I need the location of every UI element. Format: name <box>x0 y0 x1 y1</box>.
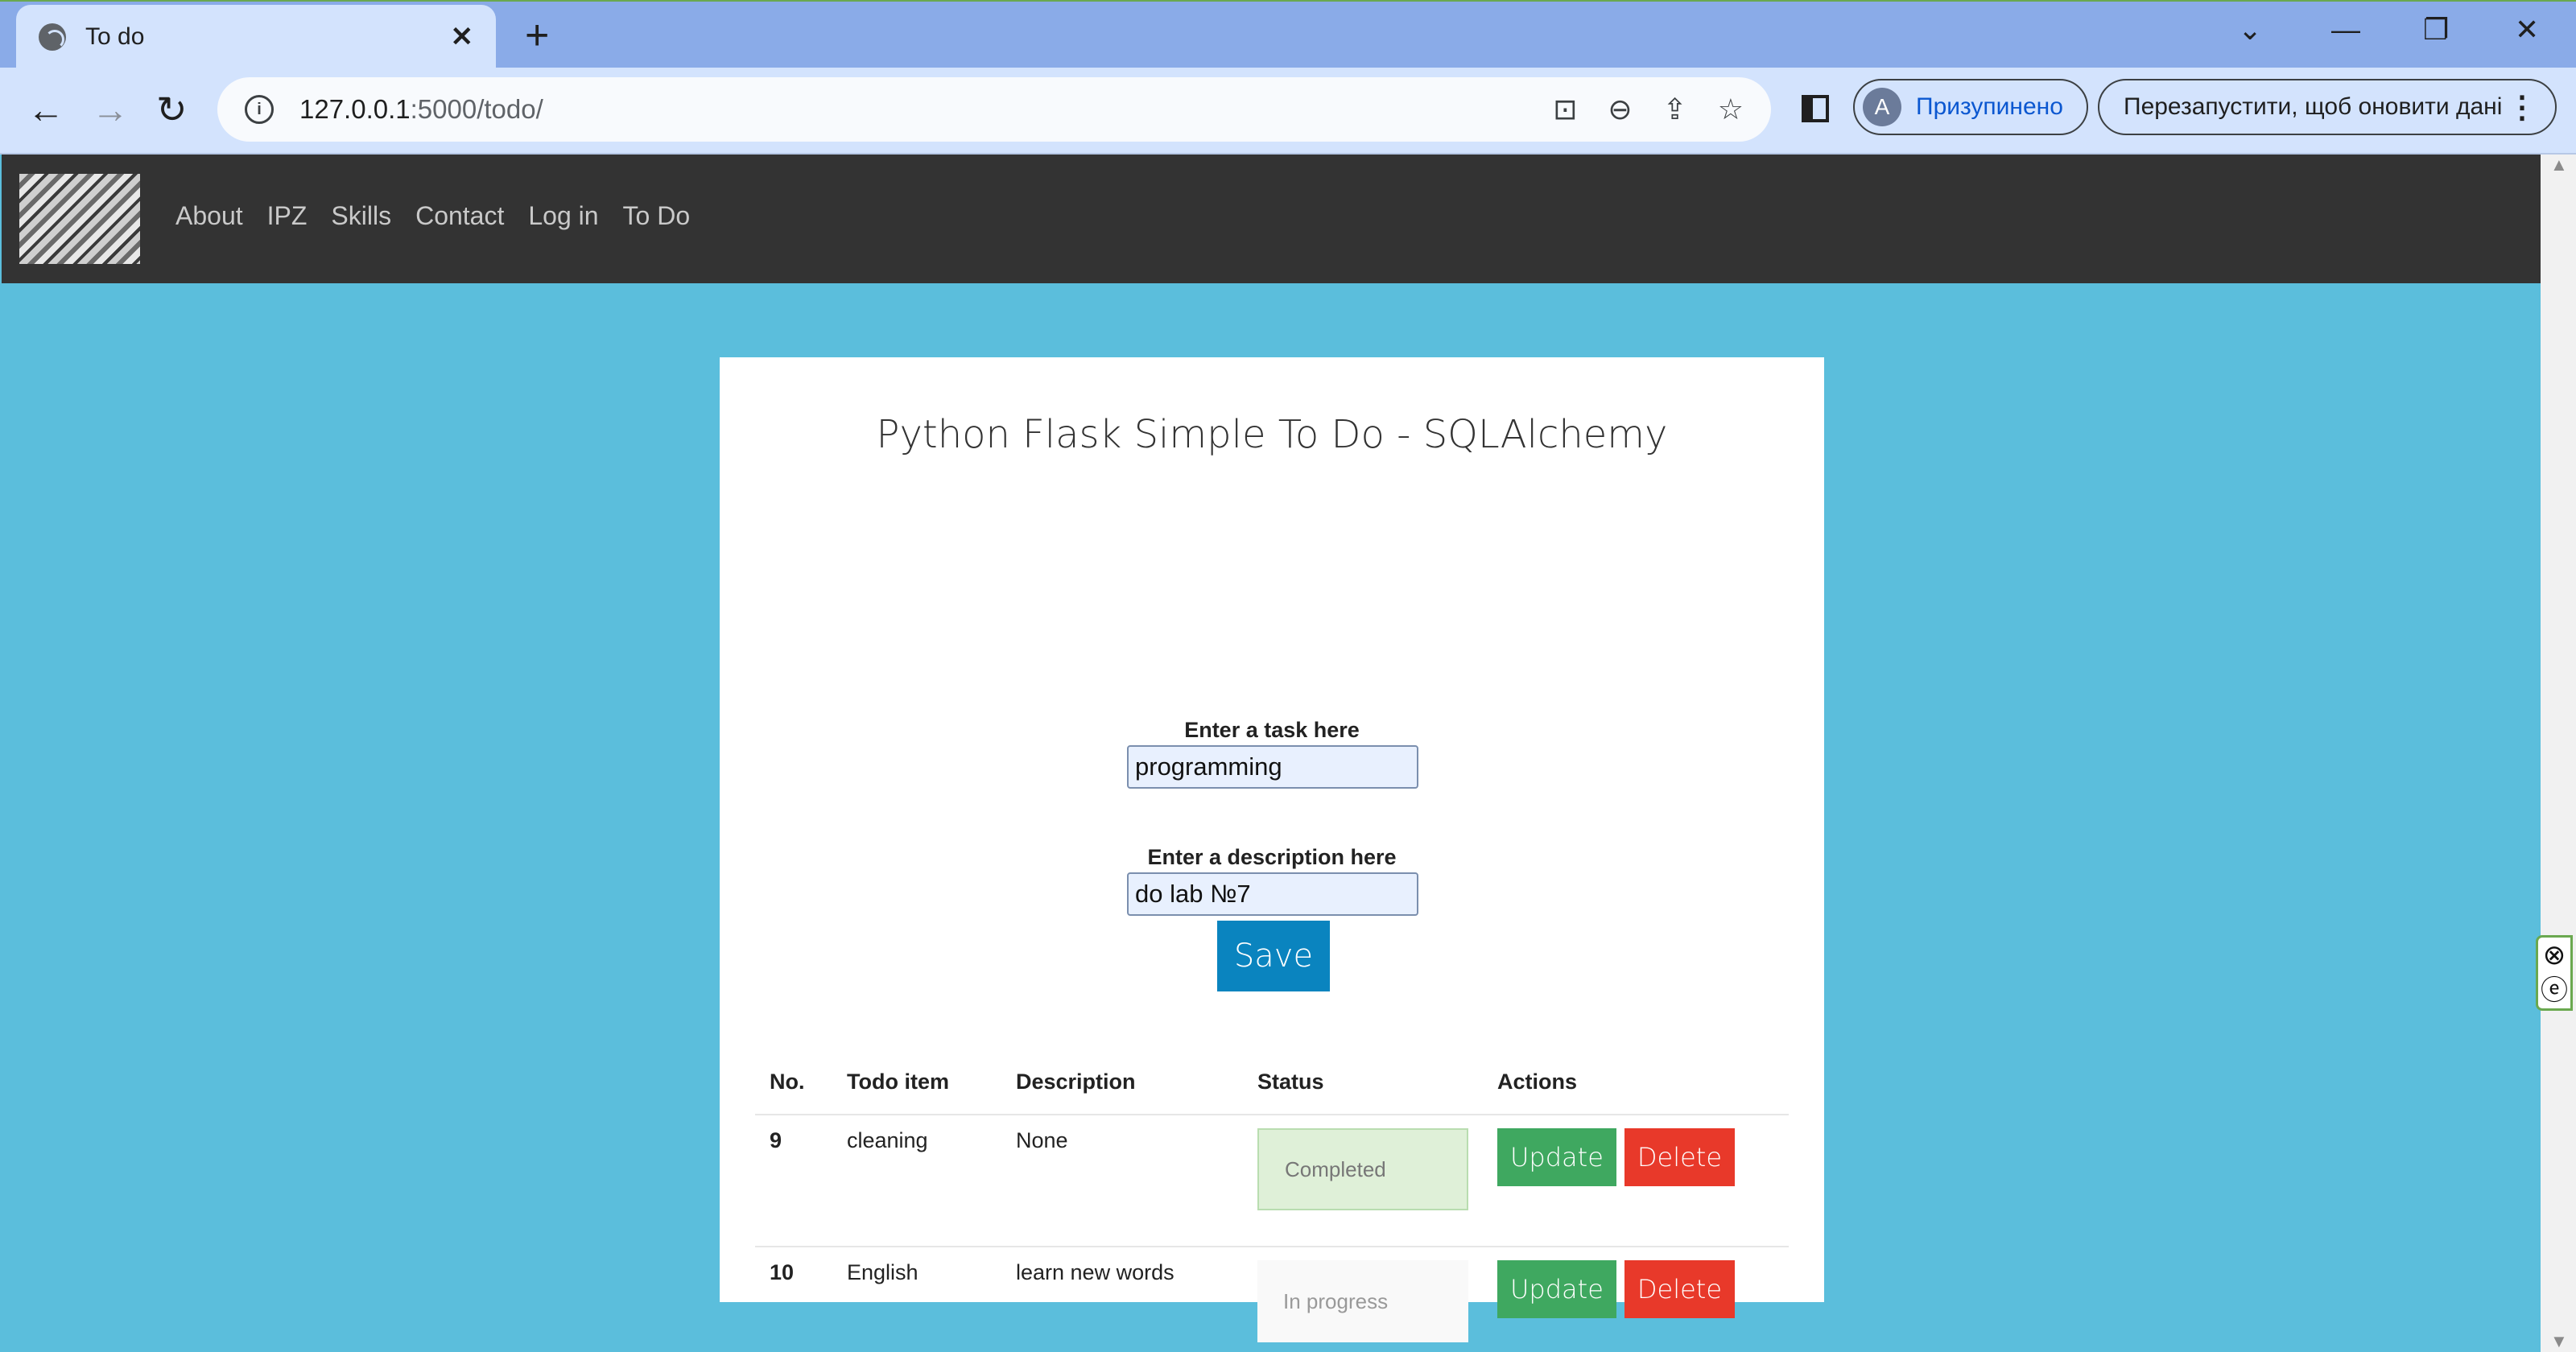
site-logo[interactable] <box>19 174 140 264</box>
save-button[interactable]: Save <box>1217 921 1330 991</box>
update-button[interactable]: Update <box>1497 1260 1616 1318</box>
profile-status-label: Призупинено <box>1916 93 2063 120</box>
globe-icon <box>39 23 66 51</box>
restore-icon[interactable]: ❐ <box>2423 13 2449 47</box>
delete-button[interactable]: Delete <box>1624 1260 1736 1318</box>
tab-search-chevron-icon[interactable]: ⌄ <box>2238 13 2262 47</box>
row-description: None <box>1001 1115 1243 1247</box>
site-nav-links: About IPZ Skills Contact Log in To Do <box>175 201 714 231</box>
description-input[interactable] <box>1127 872 1418 916</box>
header-no: No. <box>755 1066 832 1115</box>
close-tab-icon[interactable]: ✕ <box>451 21 474 53</box>
update-button[interactable]: Update <box>1497 1128 1616 1186</box>
side-panel-icon[interactable] <box>1802 95 1829 122</box>
site-info-icon[interactable]: i <box>245 95 274 124</box>
todo-card: Python Flask Simple To Do - SQLAlchemy E… <box>720 357 1824 1352</box>
delete-button[interactable]: Delete <box>1624 1128 1736 1186</box>
reload-icon[interactable]: ↻ <box>156 87 188 132</box>
task-label: Enter a task here <box>1184 718 1360 742</box>
web-page: About IPZ Skills Contact Log in To Do Py… <box>2 155 2541 1352</box>
table-row: 10 English learn new words In progress U… <box>755 1247 1789 1352</box>
browser-tab-strip: To do ✕ + ⌄ — ❐ ✕ <box>0 0 2576 69</box>
row-status-cell: Completed <box>1243 1115 1483 1247</box>
close-widget-icon[interactable]: ⊗ <box>2538 938 2570 973</box>
zoom-out-icon[interactable]: ⊖ <box>1608 93 1632 126</box>
scroll-up-arrow-icon[interactable]: ▲ <box>2550 155 2568 175</box>
window-close-icon[interactable]: ✕ <box>2515 13 2539 47</box>
nav-link-skills[interactable]: Skills <box>331 201 391 231</box>
extension-side-widget[interactable]: ⊗ ⓔ <box>2536 935 2573 1011</box>
row-status-cell: In progress <box>1243 1247 1483 1352</box>
row-number: 10 <box>755 1247 832 1352</box>
header-status: Status <box>1243 1066 1483 1115</box>
header-description: Description <box>1001 1066 1243 1115</box>
extension-e-icon[interactable]: ⓔ <box>2538 973 2570 1008</box>
translate-icon[interactable]: ⊡ <box>1553 93 1577 126</box>
status-badge: In progress <box>1257 1260 1468 1342</box>
restart-label: Перезапустити, щоб оновити дані <box>2124 93 2503 120</box>
menu-kebab-icon[interactable]: ⋮ <box>2507 89 2537 126</box>
tab-title: To do <box>85 23 145 50</box>
avatar: A <box>1863 88 1901 126</box>
row-actions: Update Delete <box>1483 1247 1789 1352</box>
site-navbar: About IPZ Skills Contact Log in To Do <box>2 155 2541 283</box>
row-todo-item: English <box>832 1247 1001 1352</box>
row-number: 9 <box>755 1115 832 1247</box>
profile-button[interactable]: A Призупинено <box>1853 79 2088 135</box>
page-title: Python Flask Simple To Do - SQLAlchemy <box>876 412 1668 457</box>
table-row: 9 cleaning None Completed Update Delete <box>755 1115 1789 1247</box>
nav-link-about[interactable]: About <box>175 201 243 231</box>
row-todo-item: cleaning <box>832 1115 1001 1247</box>
browser-tab[interactable]: To do ✕ <box>16 5 496 69</box>
back-icon[interactable]: ← <box>27 87 64 132</box>
nav-link-contact[interactable]: Contact <box>415 201 504 231</box>
row-actions: Update Delete <box>1483 1115 1789 1247</box>
scroll-down-arrow-icon[interactable]: ▼ <box>2550 1331 2568 1352</box>
minimize-icon[interactable]: — <box>2331 13 2360 47</box>
header-actions: Actions <box>1483 1066 1789 1115</box>
restart-to-update-button[interactable]: Перезапустити, щоб оновити дані ⋮ <box>2098 79 2557 135</box>
task-input[interactable] <box>1127 745 1418 789</box>
address-bar[interactable]: i 127.0.0.1:5000/todo/ ⊡ ⊖ ⇪ ☆ <box>217 77 1771 142</box>
vertical-scrollbar[interactable]: ▲ ▼ <box>2541 155 2576 1352</box>
table-header-row: No. Todo item Description Status Actions <box>755 1066 1789 1115</box>
nav-link-ipz[interactable]: IPZ <box>267 201 308 231</box>
header-todo-item: Todo item <box>832 1066 1001 1115</box>
status-badge: Completed <box>1257 1128 1468 1210</box>
url-text[interactable]: 127.0.0.1:5000/todo/ <box>299 94 1522 125</box>
forward-icon[interactable]: → <box>92 87 129 132</box>
share-icon[interactable]: ⇪ <box>1663 93 1687 126</box>
browser-toolbar: ← → ↻ i 127.0.0.1:5000/todo/ ⊡ ⊖ ⇪ ☆ A П… <box>0 68 2576 155</box>
nav-link-todo[interactable]: To Do <box>623 201 691 231</box>
tasks-table: No. Todo item Description Status Actions… <box>755 1066 1789 1352</box>
bookmark-star-icon[interactable]: ☆ <box>1718 93 1744 126</box>
nav-link-login[interactable]: Log in <box>528 201 598 231</box>
row-description: learn new words <box>1001 1247 1243 1352</box>
new-tab-icon[interactable]: + <box>525 13 549 58</box>
description-label: Enter a description here <box>1147 845 1397 869</box>
